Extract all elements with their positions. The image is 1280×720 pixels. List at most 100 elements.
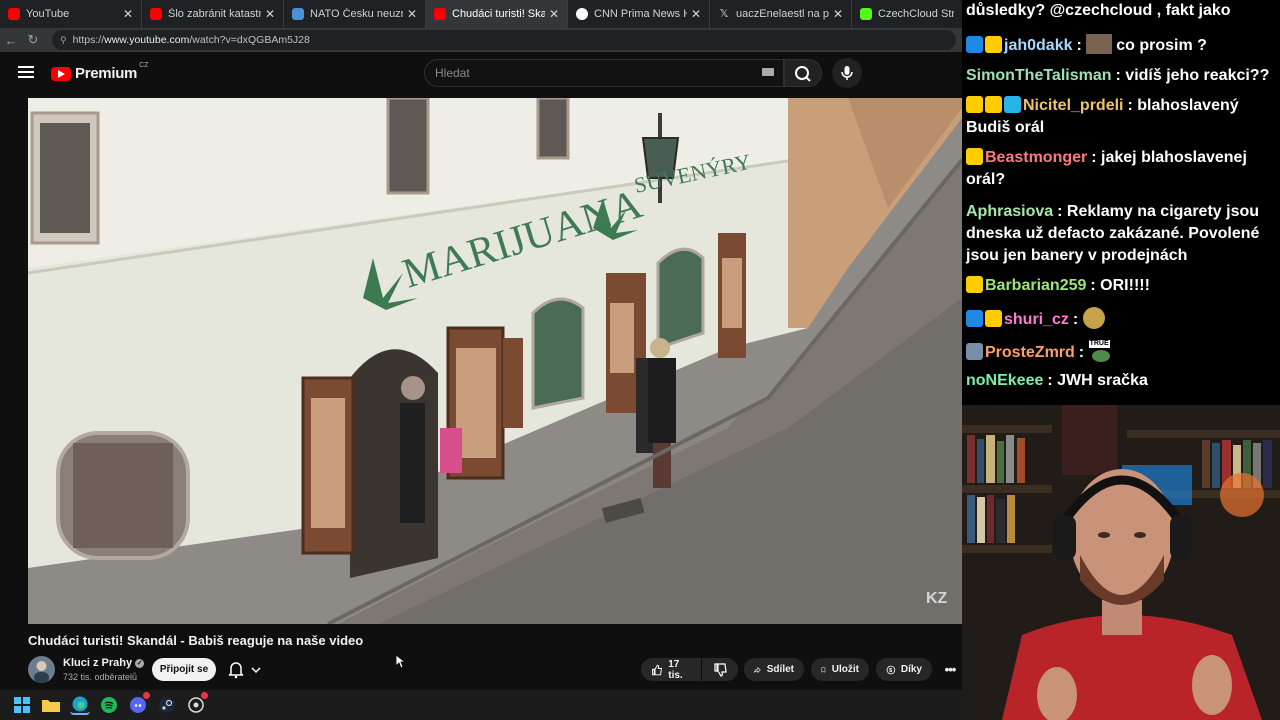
notification-badge-icon [201, 692, 208, 699]
emote-image-icon [1082, 307, 1105, 329]
share-button[interactable]: Sdílet [744, 658, 804, 681]
close-icon[interactable]: ✕ [833, 7, 843, 21]
close-icon[interactable]: ✕ [549, 7, 559, 21]
tab-title: CNN Prima News HD Sledujte [594, 8, 687, 20]
chat-text: JWH sračka [1057, 372, 1148, 389]
chat-message: Beastmonger: jakej blahoslavenej orál? [966, 148, 1247, 188]
file-explorer-icon[interactable] [41, 695, 61, 715]
save-button[interactable]: Uložit [811, 658, 869, 681]
thanks-label: Díky [900, 664, 922, 675]
notification-bell-button[interactable] [222, 658, 270, 681]
more-horizontal-icon: ••• [944, 662, 957, 677]
tab-current-video[interactable]: Chudáci turisti! Skandál - Babi ✕ [426, 0, 568, 28]
reload-icon[interactable]: ↻ [22, 32, 44, 48]
chat-message: noNEkeee: JWH sračka [966, 372, 1148, 389]
youtube-play-icon [51, 66, 71, 81]
tab-title: CzechCloud Stream - Wa [878, 8, 954, 20]
search-input[interactable]: Hledat [424, 59, 784, 87]
watermark-text: KZ [926, 590, 948, 607]
tab-kick[interactable]: CzechCloud Stream - Wa [852, 0, 962, 28]
tab-cnn[interactable]: CNN Prima News HD Sledujte ✕ [568, 0, 710, 28]
webcam-scene [962, 405, 1280, 720]
chat-username: shuri_cz [1004, 311, 1069, 328]
video-player[interactable]: MARIJUANA SUVENÝRY KZ [28, 98, 962, 624]
chat-username: Beastmonger [985, 149, 1088, 166]
share-label: Sdílet [766, 664, 794, 675]
emote-label: TRUE [1088, 340, 1110, 348]
youtube-logo[interactable]: Premium CZ [51, 62, 148, 82]
url-path: /watch?v=dxQGBAm5J28 [189, 34, 310, 46]
close-icon[interactable]: ✕ [407, 7, 417, 21]
address-bar-row: ← ↻ ⚲ https://www.youtube.com/watch?v=dx… [0, 28, 962, 52]
webcam-feed [962, 405, 1280, 720]
back-arrow-icon[interactable]: ← [0, 33, 22, 48]
bookmark-icon [821, 666, 826, 673]
chat-username: noNEkeee [966, 372, 1044, 389]
close-icon[interactable]: ✕ [123, 7, 133, 21]
subscriber-badge-icon [966, 148, 983, 165]
notification-badge-icon [143, 692, 150, 699]
search-button[interactable] [784, 59, 822, 87]
join-button[interactable]: Připojit se [152, 658, 216, 681]
diamond-badge-icon [966, 343, 983, 360]
tab-news-2[interactable]: NATO Česku neuznalo jako u ✕ [284, 0, 426, 28]
site-info-icon[interactable]: ⚲ [60, 35, 67, 46]
chat-username: Aphrasiova [966, 203, 1054, 220]
edge-browser-icon[interactable] [70, 695, 90, 715]
discord-icon[interactable] [128, 692, 150, 715]
close-icon[interactable]: ✕ [691, 7, 701, 21]
microphone-icon [841, 66, 853, 80]
close-icon[interactable]: ✕ [265, 7, 275, 21]
like-button[interactable]: 17 tis. [641, 658, 701, 681]
channel-name[interactable]: Kluci z Prahy ✓ [63, 657, 145, 669]
thumbs-up-icon [652, 664, 662, 675]
x-icon: 𝕏 [719, 8, 729, 20]
save-label: Uložit [831, 664, 859, 675]
chat-message: Barbarian259: ORI!!!! [966, 275, 1276, 297]
subscriber-badge-icon [985, 36, 1002, 53]
spotify-icon[interactable] [99, 695, 119, 715]
chat-message: shuri_cz: [966, 307, 1276, 331]
like-count: 17 tis. [668, 658, 683, 681]
windows-start-icon[interactable] [12, 695, 32, 715]
chat-message: Nicitel_prdeli: blahoslavený Budiš orál [966, 96, 1239, 136]
url-field[interactable]: ⚲ https://www.youtube.com/watch?v=dxQGBA… [52, 30, 956, 50]
chat-message: Aphrasiova: Reklamy na cigarety jsou dne… [966, 203, 1260, 264]
chat-message: ProsteZmrd: TRUE [966, 340, 1276, 364]
mouse-cursor [396, 655, 406, 669]
dislike-button[interactable] [702, 658, 738, 681]
moderator-badge-icon [966, 36, 983, 53]
channel-avatar[interactable] [28, 656, 55, 683]
tab-news-1[interactable]: Šlo zabránit katastrofě v Čern ✕ [142, 0, 284, 28]
chat-username: Barbarian259 [985, 277, 1087, 294]
tab-x[interactable]: 𝕏uaczEnelaestl na platformě X ✕ [710, 0, 852, 28]
channel-subscribers: 732 tis. odběratelů [63, 672, 138, 682]
chat-username: SimonTheTalisman [966, 67, 1112, 84]
voice-search-button[interactable] [832, 58, 862, 88]
keyboard-icon[interactable] [762, 68, 774, 76]
emote-image-icon: TRUE [1088, 340, 1113, 362]
emote-image-icon [1086, 34, 1113, 54]
chat-username: jah0dakk [1004, 37, 1073, 54]
moderator-badge-icon [966, 310, 983, 327]
thanks-button[interactable]: $ Díky [876, 658, 932, 681]
video-title: Chudáci turisti! Skandál - Babiš reaguje… [28, 633, 364, 648]
youtube-icon [150, 8, 162, 20]
kick-icon [860, 8, 872, 20]
generic-page-icon [292, 8, 304, 20]
tab-title: YouTube [26, 8, 70, 20]
tab-title: uaczEnelaestl na platformě X [736, 8, 829, 20]
chat-text: co prosim ? [1116, 37, 1207, 54]
tab-youtube[interactable]: YouTube ✕ [0, 0, 142, 28]
os-taskbar [0, 690, 962, 720]
thumbs-down-icon [714, 662, 727, 677]
app-icon[interactable] [186, 692, 208, 715]
chat-username: ProsteZmrd [985, 344, 1075, 361]
video-frame: MARIJUANA SUVENÝRY KZ [28, 98, 962, 624]
tab-title: Šlo zabránit katastrofě v Čern [168, 8, 261, 20]
steam-icon[interactable] [157, 695, 177, 715]
hamburger-menu-icon[interactable] [18, 66, 34, 81]
chat-text: důsledky? @czechcloud , fakt jako [966, 2, 1231, 19]
tab-title: NATO Česku neuznalo jako u [310, 8, 403, 20]
more-actions-button[interactable]: ••• [938, 658, 962, 681]
